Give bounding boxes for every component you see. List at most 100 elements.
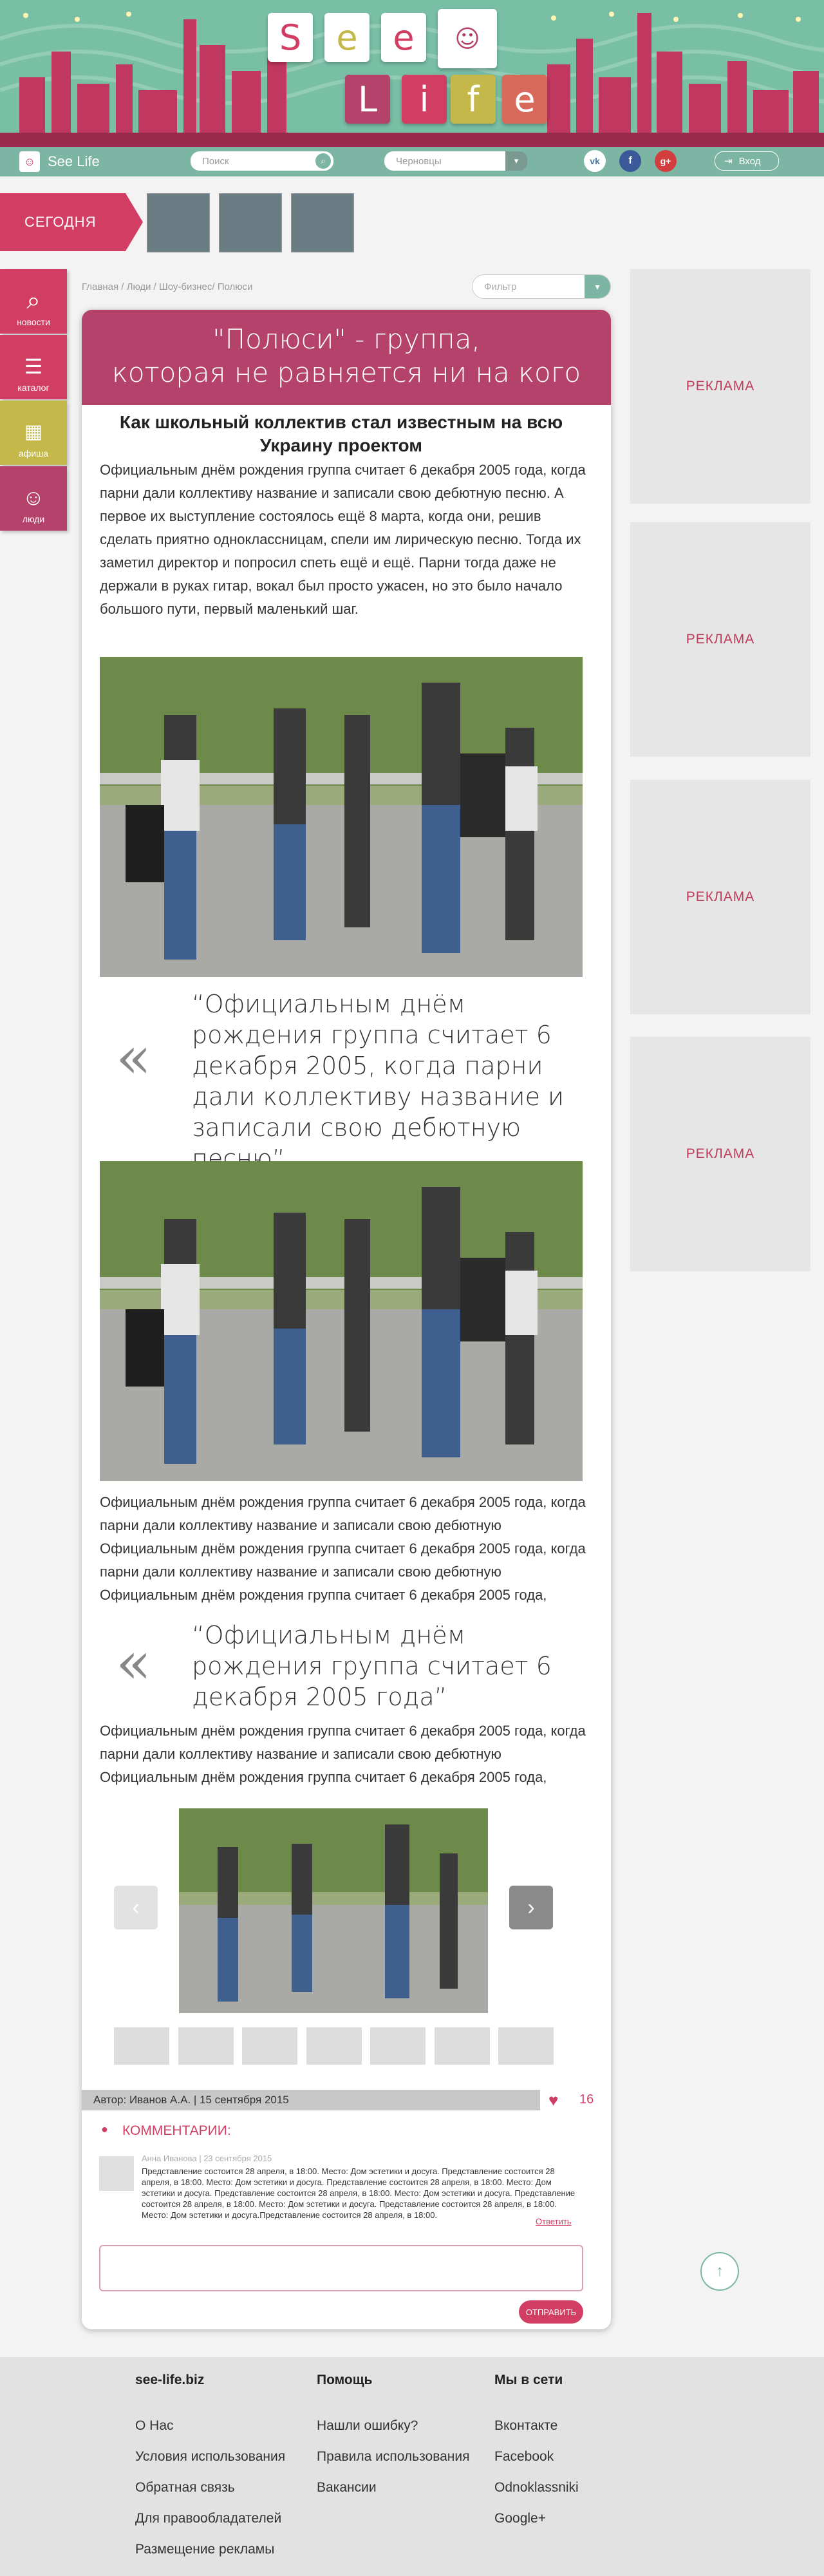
filter-placeholder: Фильтр — [484, 281, 517, 292]
ad-block[interactable]: РЕКЛАМА — [630, 522, 810, 757]
carousel-thumbnail[interactable] — [114, 2027, 169, 2065]
search-placeholder: Поиск — [202, 155, 229, 167]
comment-input[interactable] — [99, 2245, 583, 2291]
footer-link[interactable]: Вакансии — [317, 2480, 377, 2496]
reply-link[interactable]: Ответить — [536, 2217, 572, 2226]
carousel-thumbnail[interactable] — [370, 2027, 426, 2065]
today-thumbnail[interactable] — [291, 193, 354, 252]
scroll-top-button[interactable]: ↑ — [700, 2252, 739, 2291]
today-thumbnail[interactable] — [219, 193, 282, 252]
footer-link[interactable]: Для правообладателей — [135, 2511, 281, 2526]
article-intro: Официальным днём рождения группа считает… — [100, 462, 586, 617]
chevron-down-icon: ▾ — [585, 275, 610, 298]
footer-link[interactable]: Условия использования — [135, 2449, 285, 2465]
title-line: которая не равняется ни на кого — [111, 357, 581, 388]
google-plus-icon[interactable]: g+ — [655, 150, 677, 172]
vk-icon[interactable]: vk — [584, 150, 606, 172]
left-menu-label: афиша — [18, 448, 49, 459]
left-menu-people[interactable]: ☺ люди — [0, 466, 67, 531]
login-button[interactable]: ⇥ Вход — [715, 151, 779, 171]
carousel-image — [179, 1808, 488, 2013]
carousel-prev-button[interactable]: ‹ — [114, 1886, 158, 1929]
search-icon: ⌕ — [26, 287, 41, 314]
left-menu-label: люди — [22, 514, 45, 524]
left-menu-news[interactable]: ⌕ новости — [0, 269, 67, 334]
breadcrumb[interactable]: Главная / Люди / Шоу-бизнес/ Полюси — [82, 281, 252, 292]
article-paragraph: Официальным днём рождения группа считает… — [100, 1723, 586, 1785]
comment-meta: Анна Иванова | 23 сентября 2015 — [142, 2154, 272, 2163]
today-thumbnail[interactable] — [147, 193, 210, 252]
footer-link[interactable]: Facebook — [494, 2449, 554, 2465]
footer-link[interactable]: Odnoklassniki — [494, 2480, 579, 2496]
carousel-next-button[interactable]: › — [509, 1886, 553, 1929]
city-value: Черновцы — [396, 155, 442, 167]
heart-icon[interactable]: ♥ — [548, 2090, 568, 2110]
footer-link[interactable]: Вконтакте — [494, 2418, 557, 2434]
login-icon: ⇥ — [724, 156, 733, 167]
article-photo — [100, 1161, 583, 1481]
title-line: "Полюси" - группа, — [212, 323, 480, 355]
logo-smiley-icon: ☺ — [438, 9, 497, 68]
send-button[interactable]: ОТПРАВИТЬ — [519, 2300, 583, 2324]
logo-letter: e — [502, 75, 547, 124]
article-photo — [100, 657, 583, 977]
logo-letter: S — [268, 13, 313, 62]
carousel-thumbnail[interactable] — [306, 2027, 362, 2065]
carousel-thumbnail[interactable] — [178, 2027, 234, 2065]
header-banner: S e e ☺ L i f e — [0, 0, 824, 147]
left-menu-label: новости — [17, 317, 50, 327]
search-input[interactable]: Поиск ⌕ — [191, 151, 333, 171]
site-logo-icon: ☺ — [19, 151, 40, 172]
comment-bubble-icon: ● — [101, 2123, 108, 2136]
footer-link[interactable]: Обратная связь — [135, 2480, 235, 2496]
logo-letter: e — [324, 13, 370, 62]
comment-text: Представление состоится 28 апреля, в 18:… — [142, 2166, 576, 2220]
facebook-icon[interactable]: f — [619, 150, 641, 172]
filter-select[interactable]: Фильтр ▾ — [472, 274, 611, 299]
ad-block[interactable]: РЕКЛАМА — [630, 269, 810, 504]
carousel-thumbnail[interactable] — [498, 2027, 554, 2065]
chevron-down-icon: ▾ — [505, 151, 527, 171]
search-icon[interactable]: ⌕ — [315, 153, 331, 169]
left-menu-events[interactable]: ▦ афиша — [0, 401, 67, 465]
author-info: Автор: Иванов А.А. | 15 сентября 2015 — [93, 2094, 289, 2106]
footer-col-title: Помощь — [317, 2372, 373, 2387]
calendar-icon: ▦ — [24, 421, 43, 442]
quote-mark-icon: « — [116, 1629, 152, 1697]
city-select[interactable]: Черновцы ▾ — [384, 151, 527, 171]
carousel-thumbnail[interactable] — [435, 2027, 490, 2065]
left-menu-catalog[interactable]: ☰ каталог — [0, 335, 67, 399]
footer-link[interactable]: Нашли ошибку? — [317, 2418, 418, 2434]
left-menu-label: каталог — [17, 383, 50, 393]
login-label: Вход — [738, 155, 761, 167]
article-quote: “Официальным днём рождения группа считае… — [192, 990, 565, 1173]
footer — [0, 2357, 824, 2576]
footer-col-title: Мы в сети — [494, 2372, 563, 2387]
footer-col-title: see-life.biz — [135, 2372, 205, 2387]
article-title: "Полюси" - группа, которая не равняется … — [82, 310, 611, 405]
article-quote: “Официальным днём рождения группа считае… — [192, 1621, 552, 1711]
logo-letter: f — [451, 75, 496, 124]
today-label: СЕГОДНЯ — [24, 214, 97, 230]
logo-letter: L — [345, 75, 390, 124]
footer-link[interactable]: Правила использования — [317, 2449, 470, 2465]
list-icon: ☰ — [24, 355, 43, 378]
like-count: 16 — [579, 2092, 594, 2107]
carousel-thumbnail[interactable] — [242, 2027, 297, 2065]
footer-link[interactable]: Google+ — [494, 2511, 546, 2526]
person-icon: ☺ — [22, 486, 45, 510]
logo-letter: e — [381, 13, 426, 62]
article-paragraph: Официальным днём рождения группа считает… — [100, 1494, 586, 1603]
ad-block[interactable]: РЕКЛАМА — [630, 780, 810, 1014]
quote-mark-icon: « — [116, 1024, 152, 1092]
arrow-up-icon: ↑ — [716, 2262, 724, 2280]
footer-link[interactable]: Размещение рекламы — [135, 2542, 274, 2557]
site-home-link[interactable]: ☺ See Life — [19, 149, 100, 174]
article-subtitle: Как школьный коллектив стал известным на… — [119, 412, 563, 455]
avatar — [99, 2156, 134, 2191]
comments-header: КОММЕНТАРИИ: — [122, 2123, 231, 2138]
footer-link[interactable]: О Нас — [135, 2418, 174, 2434]
site-name: See Life — [48, 153, 100, 169]
logo-letter: i — [402, 75, 447, 124]
ad-block[interactable]: РЕКЛАМА — [630, 1037, 810, 1271]
